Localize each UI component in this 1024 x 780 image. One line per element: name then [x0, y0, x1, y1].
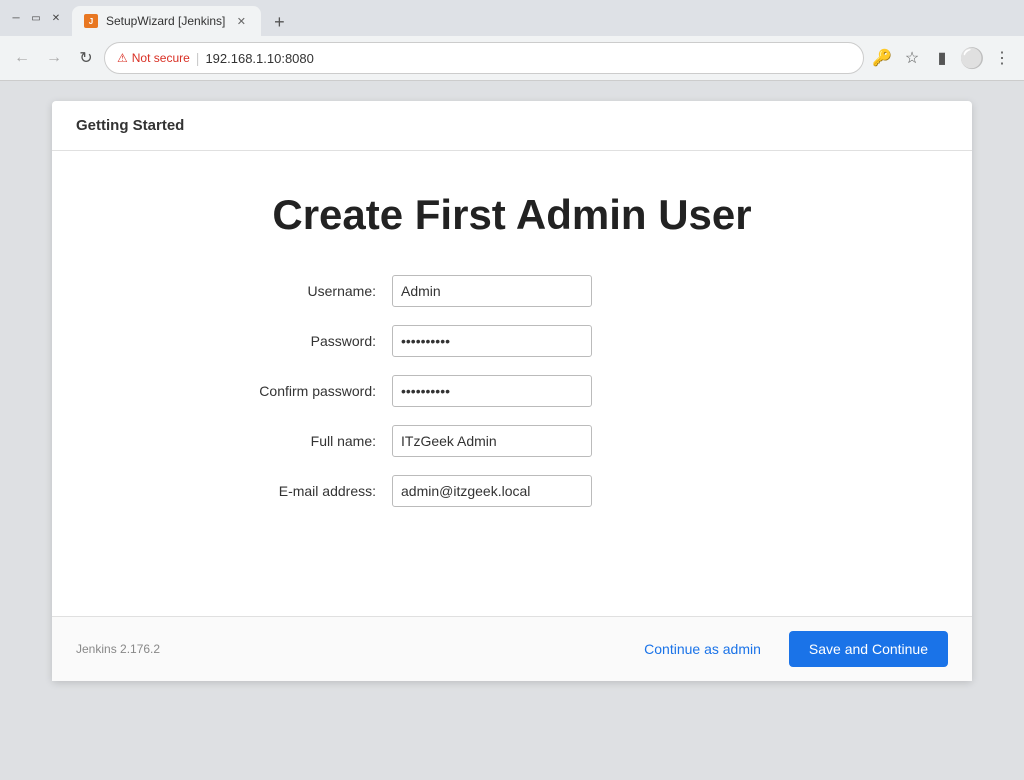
toolbar-right: 🔑 ☆ ▮ ⚪ ⋮: [868, 44, 1016, 72]
wizard-body: Create First Admin User Username: Passwo…: [52, 151, 972, 616]
key-icon: 🔑: [872, 48, 892, 68]
email-label: E-mail address:: [232, 483, 392, 499]
address-text: 192.168.1.10:8080: [205, 51, 851, 66]
star-icon: ☆: [905, 48, 919, 68]
save-and-continue-button[interactable]: Save and Continue: [789, 631, 948, 667]
cast-icon: ▮: [938, 48, 947, 68]
back-icon: ←: [14, 49, 30, 67]
reload-button[interactable]: ↻: [72, 44, 100, 72]
warning-icon: ⚠: [117, 51, 128, 65]
email-row: E-mail address:: [232, 475, 792, 507]
username-input[interactable]: [392, 275, 592, 307]
password-input[interactable]: [392, 325, 592, 357]
forward-button[interactable]: →: [40, 44, 68, 72]
address-bar[interactable]: ⚠ Not secure | 192.168.1.10:8080: [104, 42, 864, 74]
forward-icon: →: [46, 49, 62, 67]
email-input[interactable]: [392, 475, 592, 507]
bookmark-button[interactable]: ☆: [898, 44, 926, 72]
fullname-row: Full name:: [232, 425, 792, 457]
tab-favicon: J: [84, 14, 98, 28]
title-bar-controls: ─ ▭ ✕: [8, 10, 64, 26]
cast-button[interactable]: ▮: [928, 44, 956, 72]
username-row: Username:: [232, 275, 792, 307]
fullname-label: Full name:: [232, 433, 392, 449]
footer-actions: Continue as admin Save and Continue: [632, 631, 948, 667]
fullname-input[interactable]: [392, 425, 592, 457]
tab-close-button[interactable]: ✕: [233, 13, 249, 29]
title-bar: ─ ▭ ✕ J SetupWizard [Jenkins] ✕ +: [0, 0, 1024, 36]
continue-as-admin-button[interactable]: Continue as admin: [632, 633, 773, 665]
wizard-header-title: Getting Started: [76, 117, 184, 134]
browser-chrome: ─ ▭ ✕ J SetupWizard [Jenkins] ✕ + ← → ↻ …: [0, 0, 1024, 81]
address-separator: |: [196, 50, 200, 66]
reload-icon: ↻: [79, 48, 92, 68]
menu-icon: ⋮: [994, 48, 1010, 68]
not-secure-label: Not secure: [132, 51, 190, 65]
back-button[interactable]: ←: [8, 44, 36, 72]
toolbar: ← → ↻ ⚠ Not secure | 192.168.1.10:8080 🔑…: [0, 36, 1024, 80]
menu-button[interactable]: ⋮: [988, 44, 1016, 72]
new-tab-button[interactable]: +: [265, 8, 293, 36]
key-icon-button[interactable]: 🔑: [868, 44, 896, 72]
wizard-panel: Getting Started Create First Admin User …: [52, 101, 972, 681]
confirm-password-input[interactable]: [392, 375, 592, 407]
username-label: Username:: [232, 283, 392, 299]
form-table: Username: Password: Confirm password: Fu…: [232, 275, 792, 525]
minimize-button[interactable]: ─: [8, 10, 24, 26]
confirm-password-row: Confirm password:: [232, 375, 792, 407]
tab-title: SetupWizard [Jenkins]: [106, 14, 225, 28]
profile-button[interactable]: ⚪: [958, 44, 986, 72]
active-tab[interactable]: J SetupWizard [Jenkins] ✕: [72, 6, 261, 36]
close-button[interactable]: ✕: [48, 10, 64, 26]
maximize-button[interactable]: ▭: [28, 10, 44, 26]
confirm-password-label: Confirm password:: [232, 383, 392, 399]
page-content: Getting Started Create First Admin User …: [0, 81, 1024, 745]
password-label: Password:: [232, 333, 392, 349]
password-row: Password:: [232, 325, 792, 357]
profile-icon: ⚪: [960, 46, 985, 71]
not-secure-indicator: ⚠ Not secure: [117, 51, 190, 65]
tab-bar: J SetupWizard [Jenkins] ✕ +: [72, 0, 1016, 36]
version-label: Jenkins 2.176.2: [76, 642, 160, 656]
wizard-footer: Jenkins 2.176.2 Continue as admin Save a…: [52, 616, 972, 681]
form-title: Create First Admin User: [272, 191, 751, 239]
wizard-header: Getting Started: [52, 101, 972, 151]
